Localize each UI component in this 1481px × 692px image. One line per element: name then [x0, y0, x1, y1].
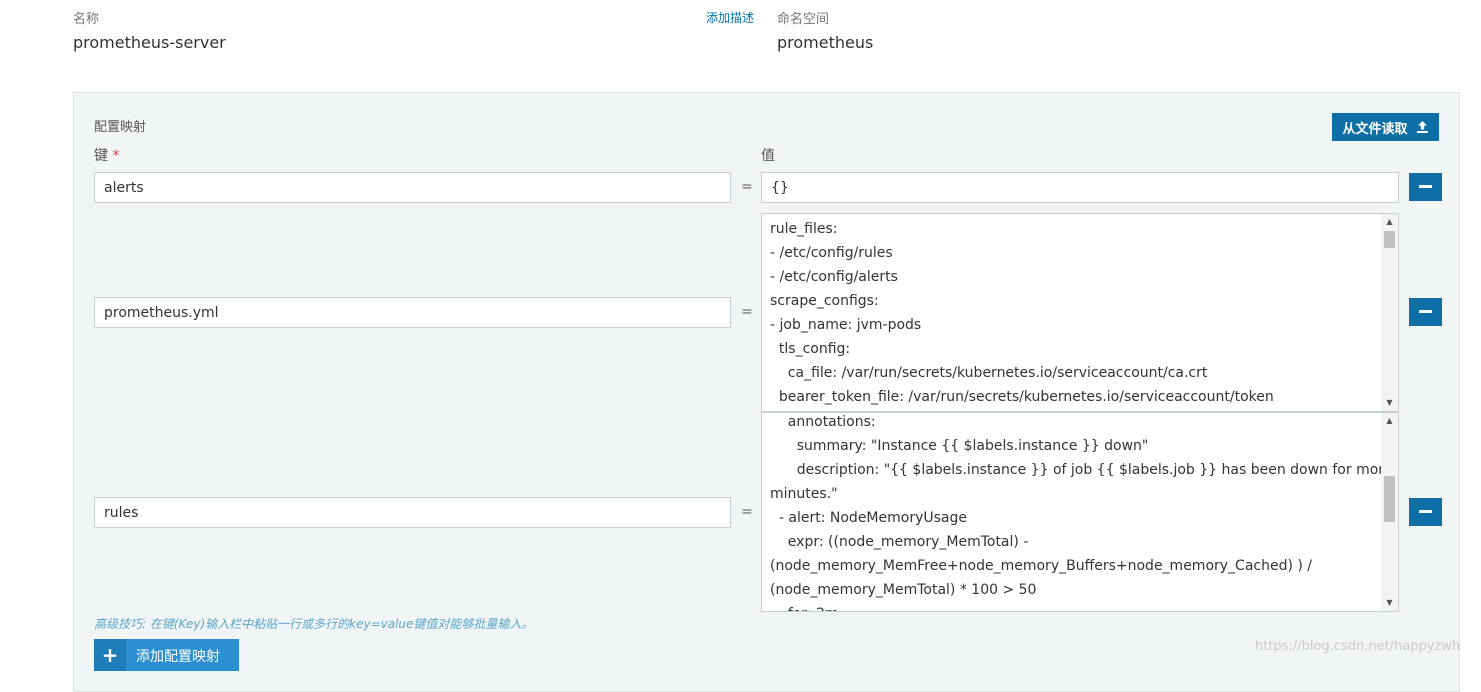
value-textarea-prometheus-yml[interactable]: rule_files: - /etc/config/rules - /etc/c…: [761, 213, 1399, 412]
code-line: bearer_token_file: /var/run/secrets/kube…: [770, 389, 1274, 405]
code-line: summary: "Instance {{ $labels.instance }…: [770, 438, 1149, 454]
plus-icon: +: [94, 639, 126, 671]
section-title: 配置映射: [94, 120, 147, 135]
equals-sign: =: [741, 304, 753, 320]
add-config-map-button[interactable]: + 添加配置映射: [94, 639, 239, 671]
read-from-file-label: 从文件读取: [1342, 121, 1408, 137]
add-description-link[interactable]: 添加描述: [706, 9, 754, 26]
equals-sign: =: [741, 504, 753, 520]
code-line: - alert: NodeMemoryUsage: [770, 510, 967, 526]
code-line: scrape_configs:: [770, 293, 879, 309]
key-input-prometheus-yml[interactable]: [94, 297, 731, 328]
remove-entry-button[interactable]: [1409, 298, 1442, 326]
code-line: annotations:: [770, 414, 876, 430]
code-line: - /etc/config/rules: [770, 245, 893, 261]
code-line: description: "{{ $labels.instance }} of …: [770, 462, 1399, 478]
name-value: prometheus-server: [73, 33, 226, 52]
code-line: expr: ((node_memory_MemTotal) -: [770, 534, 1029, 550]
watermark: https://blog.csdn.net/happyzwh: [1255, 639, 1461, 654]
namespace-label: 命名空间: [777, 12, 830, 27]
value-textarea-rules[interactable]: annotations: summary: "Instance {{ $labe…: [761, 412, 1399, 612]
code-line: (node_memory_MemFree+node_memory_Buffers…: [770, 558, 1313, 574]
code-line: tls_config:: [770, 341, 851, 357]
scroll-up-icon[interactable]: ▲: [1381, 214, 1398, 230]
upload-icon: [1416, 121, 1428, 133]
code-line: ca_file: /var/run/secrets/kubernetes.io/…: [770, 365, 1208, 381]
name-label: 名称: [73, 12, 100, 27]
code-line: - /etc/config/alerts: [770, 269, 898, 285]
key-input-alerts[interactable]: [94, 172, 731, 203]
scrollbar[interactable]: ▲ ▼: [1381, 413, 1398, 611]
value-column-label: 值: [761, 148, 775, 164]
code-line: for: 2m: [770, 602, 1378, 611]
code-line: minutes.": [770, 486, 838, 502]
key-column-label: 键 *: [94, 148, 120, 164]
textarea-content: annotations: summary: "Instance {{ $labe…: [770, 413, 1399, 611]
tip-text: 高级技巧: 在键(Key)输入栏中粘贴一行或多行的key=value键值对能够批…: [94, 617, 534, 631]
code-line: rule_files:: [770, 221, 838, 237]
namespace-value: prometheus: [777, 33, 874, 52]
scrollbar-thumb[interactable]: [1384, 476, 1395, 522]
add-config-map-label: 添加配置映射: [136, 649, 220, 665]
remove-entry-button[interactable]: [1409, 498, 1442, 526]
remove-entry-button[interactable]: [1409, 173, 1442, 201]
scrollbar[interactable]: ▲ ▼: [1381, 214, 1398, 411]
scroll-down-icon[interactable]: ▼: [1381, 595, 1398, 611]
key-input-rules[interactable]: [94, 497, 731, 528]
scroll-up-icon[interactable]: ▲: [1381, 413, 1398, 429]
read-from-file-button[interactable]: 从文件读取: [1332, 113, 1439, 141]
equals-sign: =: [741, 179, 753, 195]
scroll-down-icon[interactable]: ▼: [1381, 395, 1398, 411]
required-marker: *: [112, 148, 120, 164]
scrollbar-thumb[interactable]: [1384, 231, 1395, 248]
code-line: - job_name: jvm-pods: [770, 317, 922, 333]
value-input-alerts[interactable]: [761, 172, 1399, 203]
textarea-content: rule_files: - /etc/config/rules - /etc/c…: [770, 217, 1378, 409]
code-line: (node_memory_MemTotal) * 100 > 50: [770, 582, 1037, 598]
